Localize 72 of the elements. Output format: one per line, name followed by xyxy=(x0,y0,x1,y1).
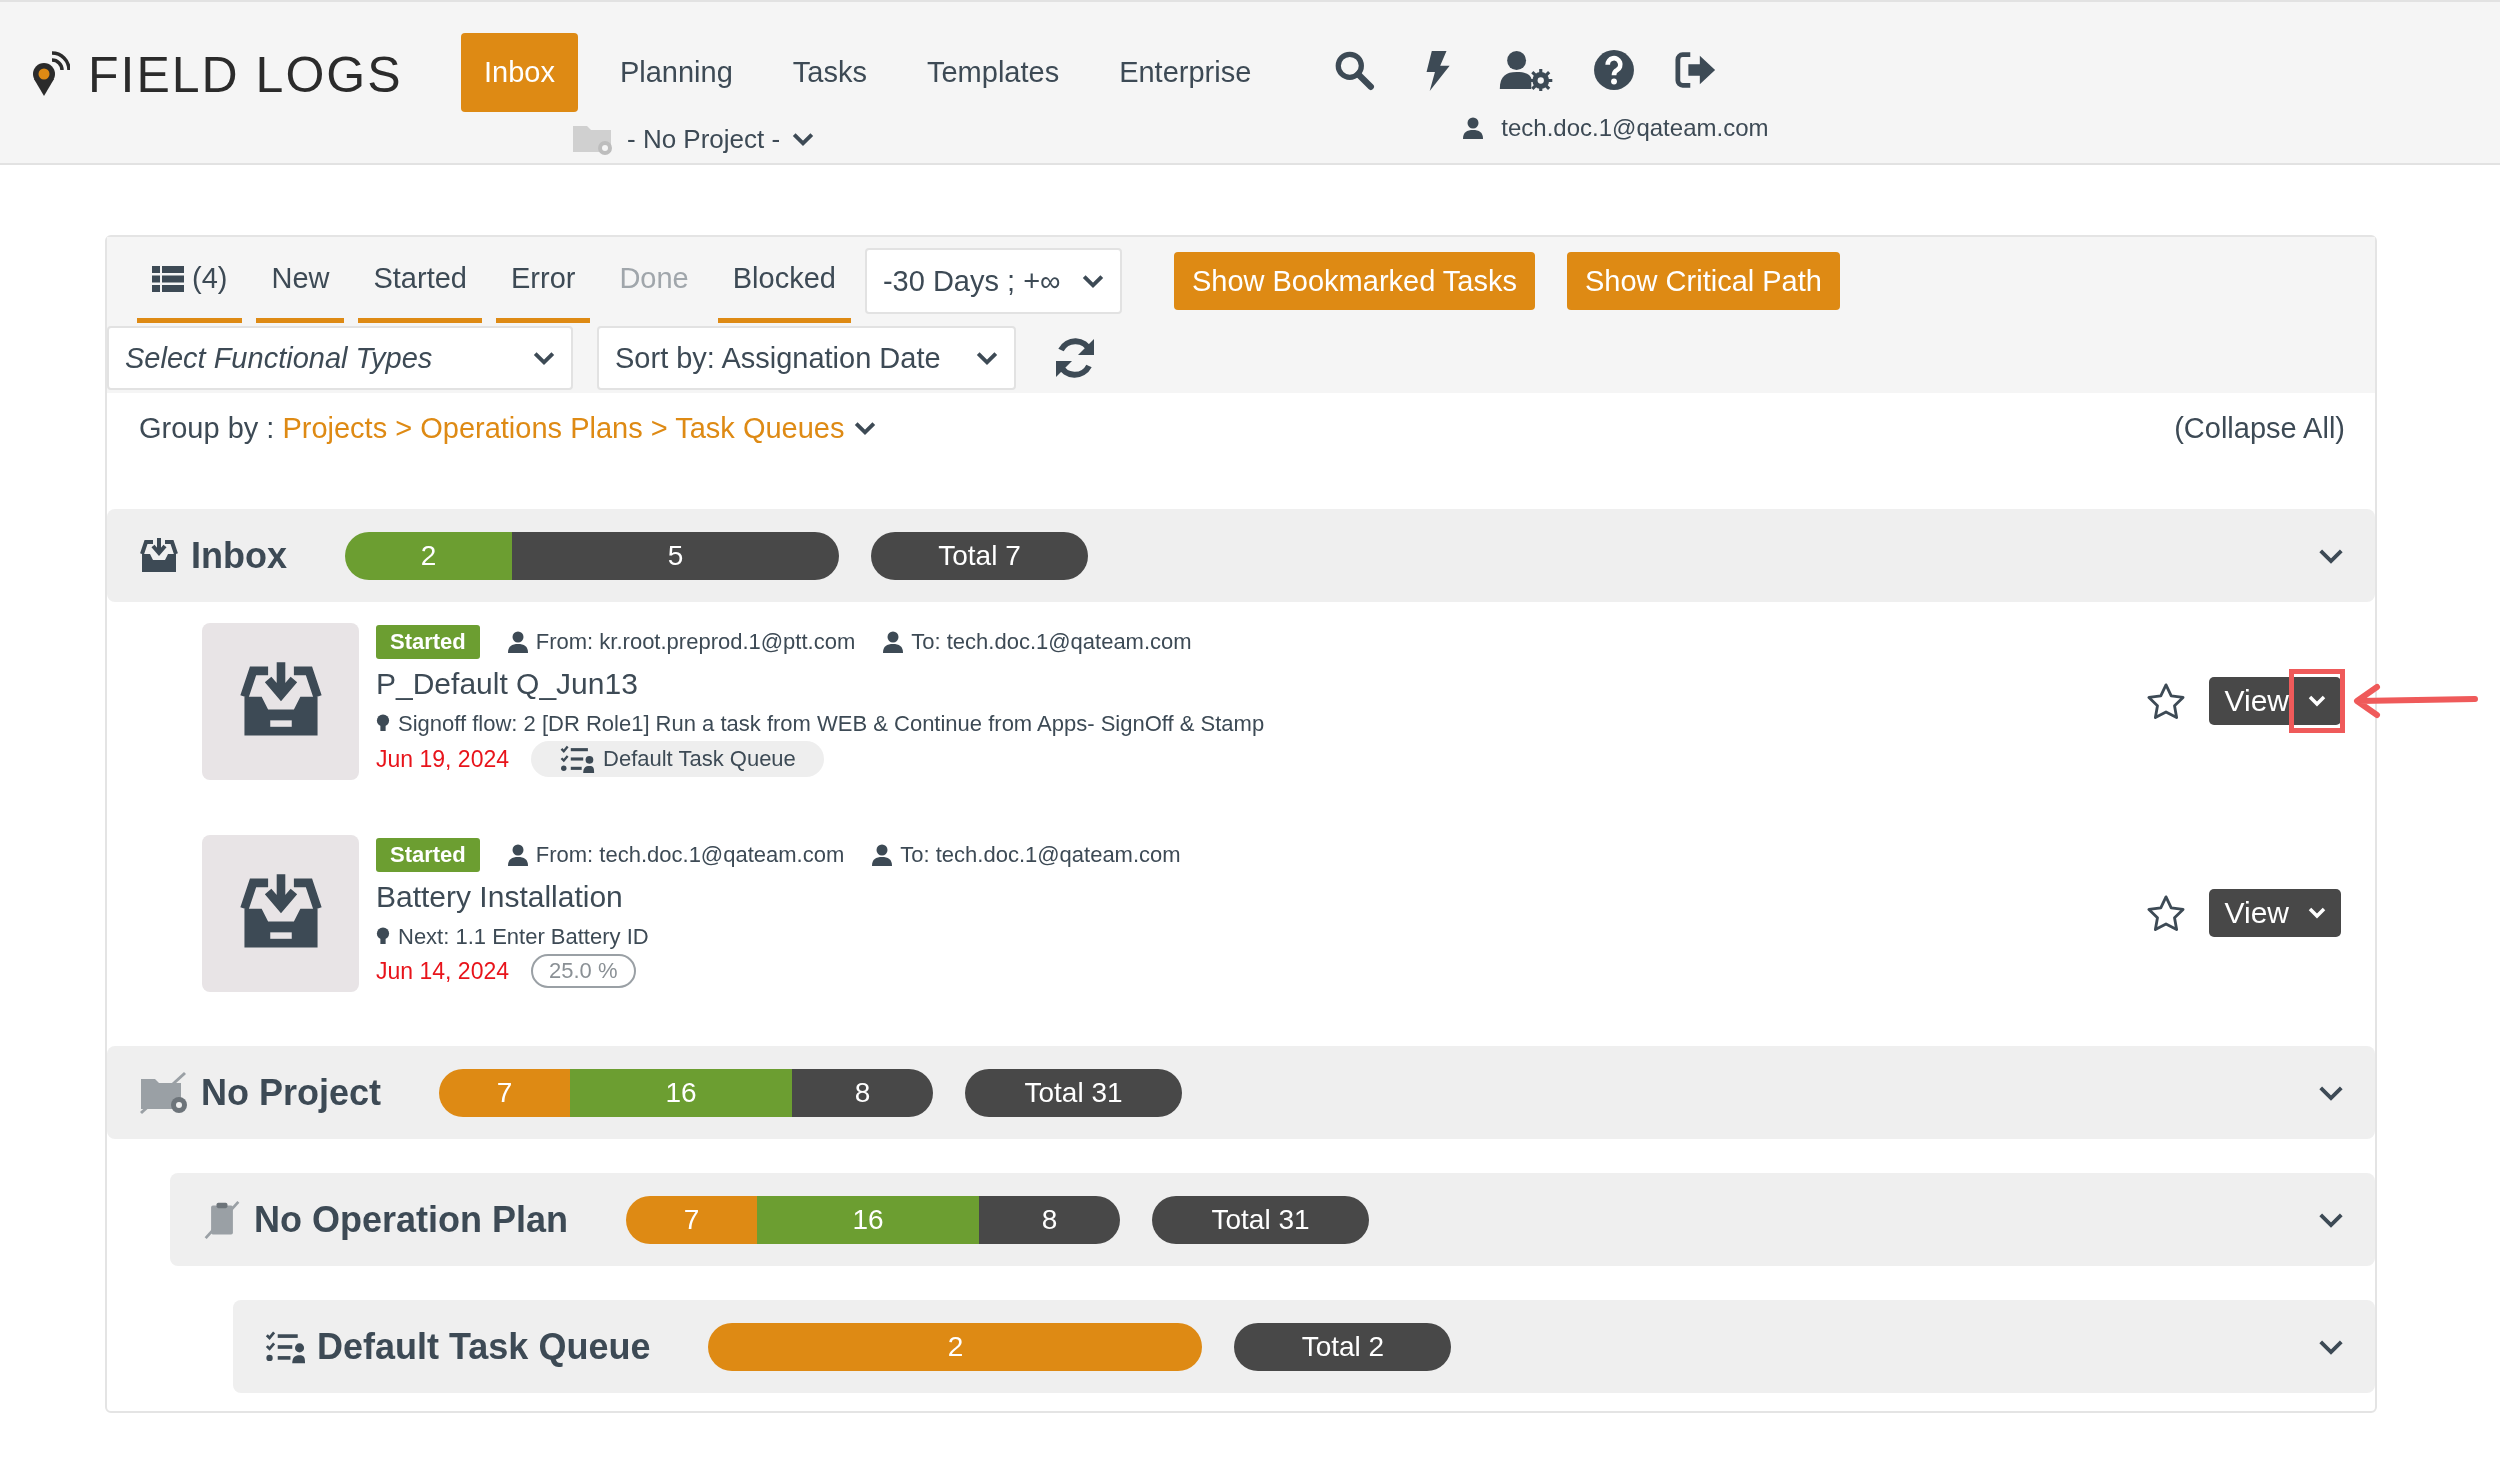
user-icon xyxy=(507,631,528,653)
user-icon xyxy=(507,844,528,866)
brand-name: FIELD LOGS xyxy=(88,46,403,104)
count-segment: 2 xyxy=(345,531,512,580)
progress-tag: 25.0 % xyxy=(531,954,636,988)
count-segment: 7 xyxy=(439,1068,570,1117)
status-badge: Started xyxy=(376,625,480,659)
to-user: To: tech.doc.1@qateam.com xyxy=(911,629,1192,655)
sort-select[interactable]: Sort by: Assignation Date xyxy=(597,326,1016,390)
count-segment: 16 xyxy=(756,1195,979,1244)
help-icon[interactable] xyxy=(1593,49,1636,91)
caret-icon xyxy=(2307,694,2327,708)
star-icon[interactable] xyxy=(2146,683,2185,719)
task-info: Signoff flow: 2 [DR Role1] Run a task from WEB & Continue from Apps- SignOff & Stamp xyxy=(398,711,1265,737)
status-tab[interactable]: (4) xyxy=(137,239,243,323)
nav-tab[interactable]: Planning xyxy=(589,33,763,112)
task-queue-icon xyxy=(559,745,595,773)
queue-label: Default Task Queue xyxy=(603,746,796,772)
folder-gear-icon xyxy=(139,1070,189,1115)
count-segment: 8 xyxy=(979,1195,1121,1244)
sign-out-icon[interactable] xyxy=(1675,49,1718,91)
lightbulb-icon xyxy=(376,714,390,734)
group-header[interactable]: No Project 7 16 8 Total 31 xyxy=(107,1046,2375,1139)
user-icon xyxy=(872,844,893,866)
task-title[interactable]: Battery Installation xyxy=(376,880,2147,914)
collapse-all-link[interactable]: (Collapse All) xyxy=(2174,411,2345,445)
nav-tab[interactable]: Templates xyxy=(896,33,1090,112)
total-count: Total 7 xyxy=(871,531,1088,580)
count-segment: 8 xyxy=(792,1068,934,1117)
task-thumbnail[interactable] xyxy=(202,622,359,780)
caret-icon xyxy=(2307,906,2327,920)
total-count: Total 31 xyxy=(1152,1195,1370,1244)
user-icon xyxy=(1463,117,1484,139)
nav-tab[interactable]: Enterprise xyxy=(1089,33,1282,112)
task-title[interactable]: P_Default Q_Jun13 xyxy=(376,667,2147,701)
nav-tab[interactable]: Tasks xyxy=(762,33,897,112)
view-button[interactable]: View xyxy=(2208,889,2341,937)
list-icon xyxy=(152,265,184,292)
task-thumbnail[interactable] xyxy=(202,834,359,992)
count-segment: 7 xyxy=(626,1195,757,1244)
caret-icon xyxy=(792,131,815,147)
total-count: Total 2 xyxy=(1234,1322,1452,1371)
user-icon xyxy=(883,631,904,653)
caret-icon xyxy=(976,350,998,366)
caret-icon[interactable] xyxy=(854,420,877,436)
count-segment: 2 xyxy=(708,1322,1203,1371)
user-settings-icon[interactable] xyxy=(1497,49,1554,91)
star-icon[interactable] xyxy=(2146,895,2185,931)
to-user: To: tech.doc.1@qateam.com xyxy=(900,842,1181,868)
project-selector[interactable]: - No Project - xyxy=(571,122,815,156)
caret-icon xyxy=(533,350,555,366)
total-count: Total 31 xyxy=(965,1068,1183,1117)
date-filter[interactable]: -30 Days ; +∞ xyxy=(864,248,1122,314)
task-date: Jun 14, 2024 xyxy=(376,957,509,985)
group-by-label: Group by : xyxy=(139,411,275,445)
caret-icon xyxy=(1081,273,1104,289)
task-info: Next: 1.1 Enter Battery ID xyxy=(398,924,649,950)
group-header[interactable]: Inbox 2 5 Total 7 xyxy=(107,509,2375,602)
count-segment: 5 xyxy=(511,531,839,580)
count-segment: 16 xyxy=(569,1068,792,1117)
functional-types-select[interactable]: Select Functional Types xyxy=(107,326,573,390)
group-header[interactable]: Default Task Queue 2 Total 2 xyxy=(233,1300,2375,1393)
from-user: From: kr.root.preprod.1@ptt.com xyxy=(535,629,856,655)
from-user: From: tech.doc.1@qateam.com xyxy=(535,842,845,868)
group-header[interactable]: No Operation Plan 7 16 8 Total 31 xyxy=(170,1173,2375,1266)
clipboard-icon xyxy=(202,1199,242,1240)
user-email: tech.doc.1@qateam.com xyxy=(1501,114,1769,142)
search-icon[interactable] xyxy=(1333,49,1376,91)
task-date: Jun 19, 2024 xyxy=(376,745,509,773)
view-button[interactable]: View xyxy=(2208,677,2341,725)
lightbulb-icon xyxy=(376,927,390,947)
status-badge: Started xyxy=(376,838,480,872)
